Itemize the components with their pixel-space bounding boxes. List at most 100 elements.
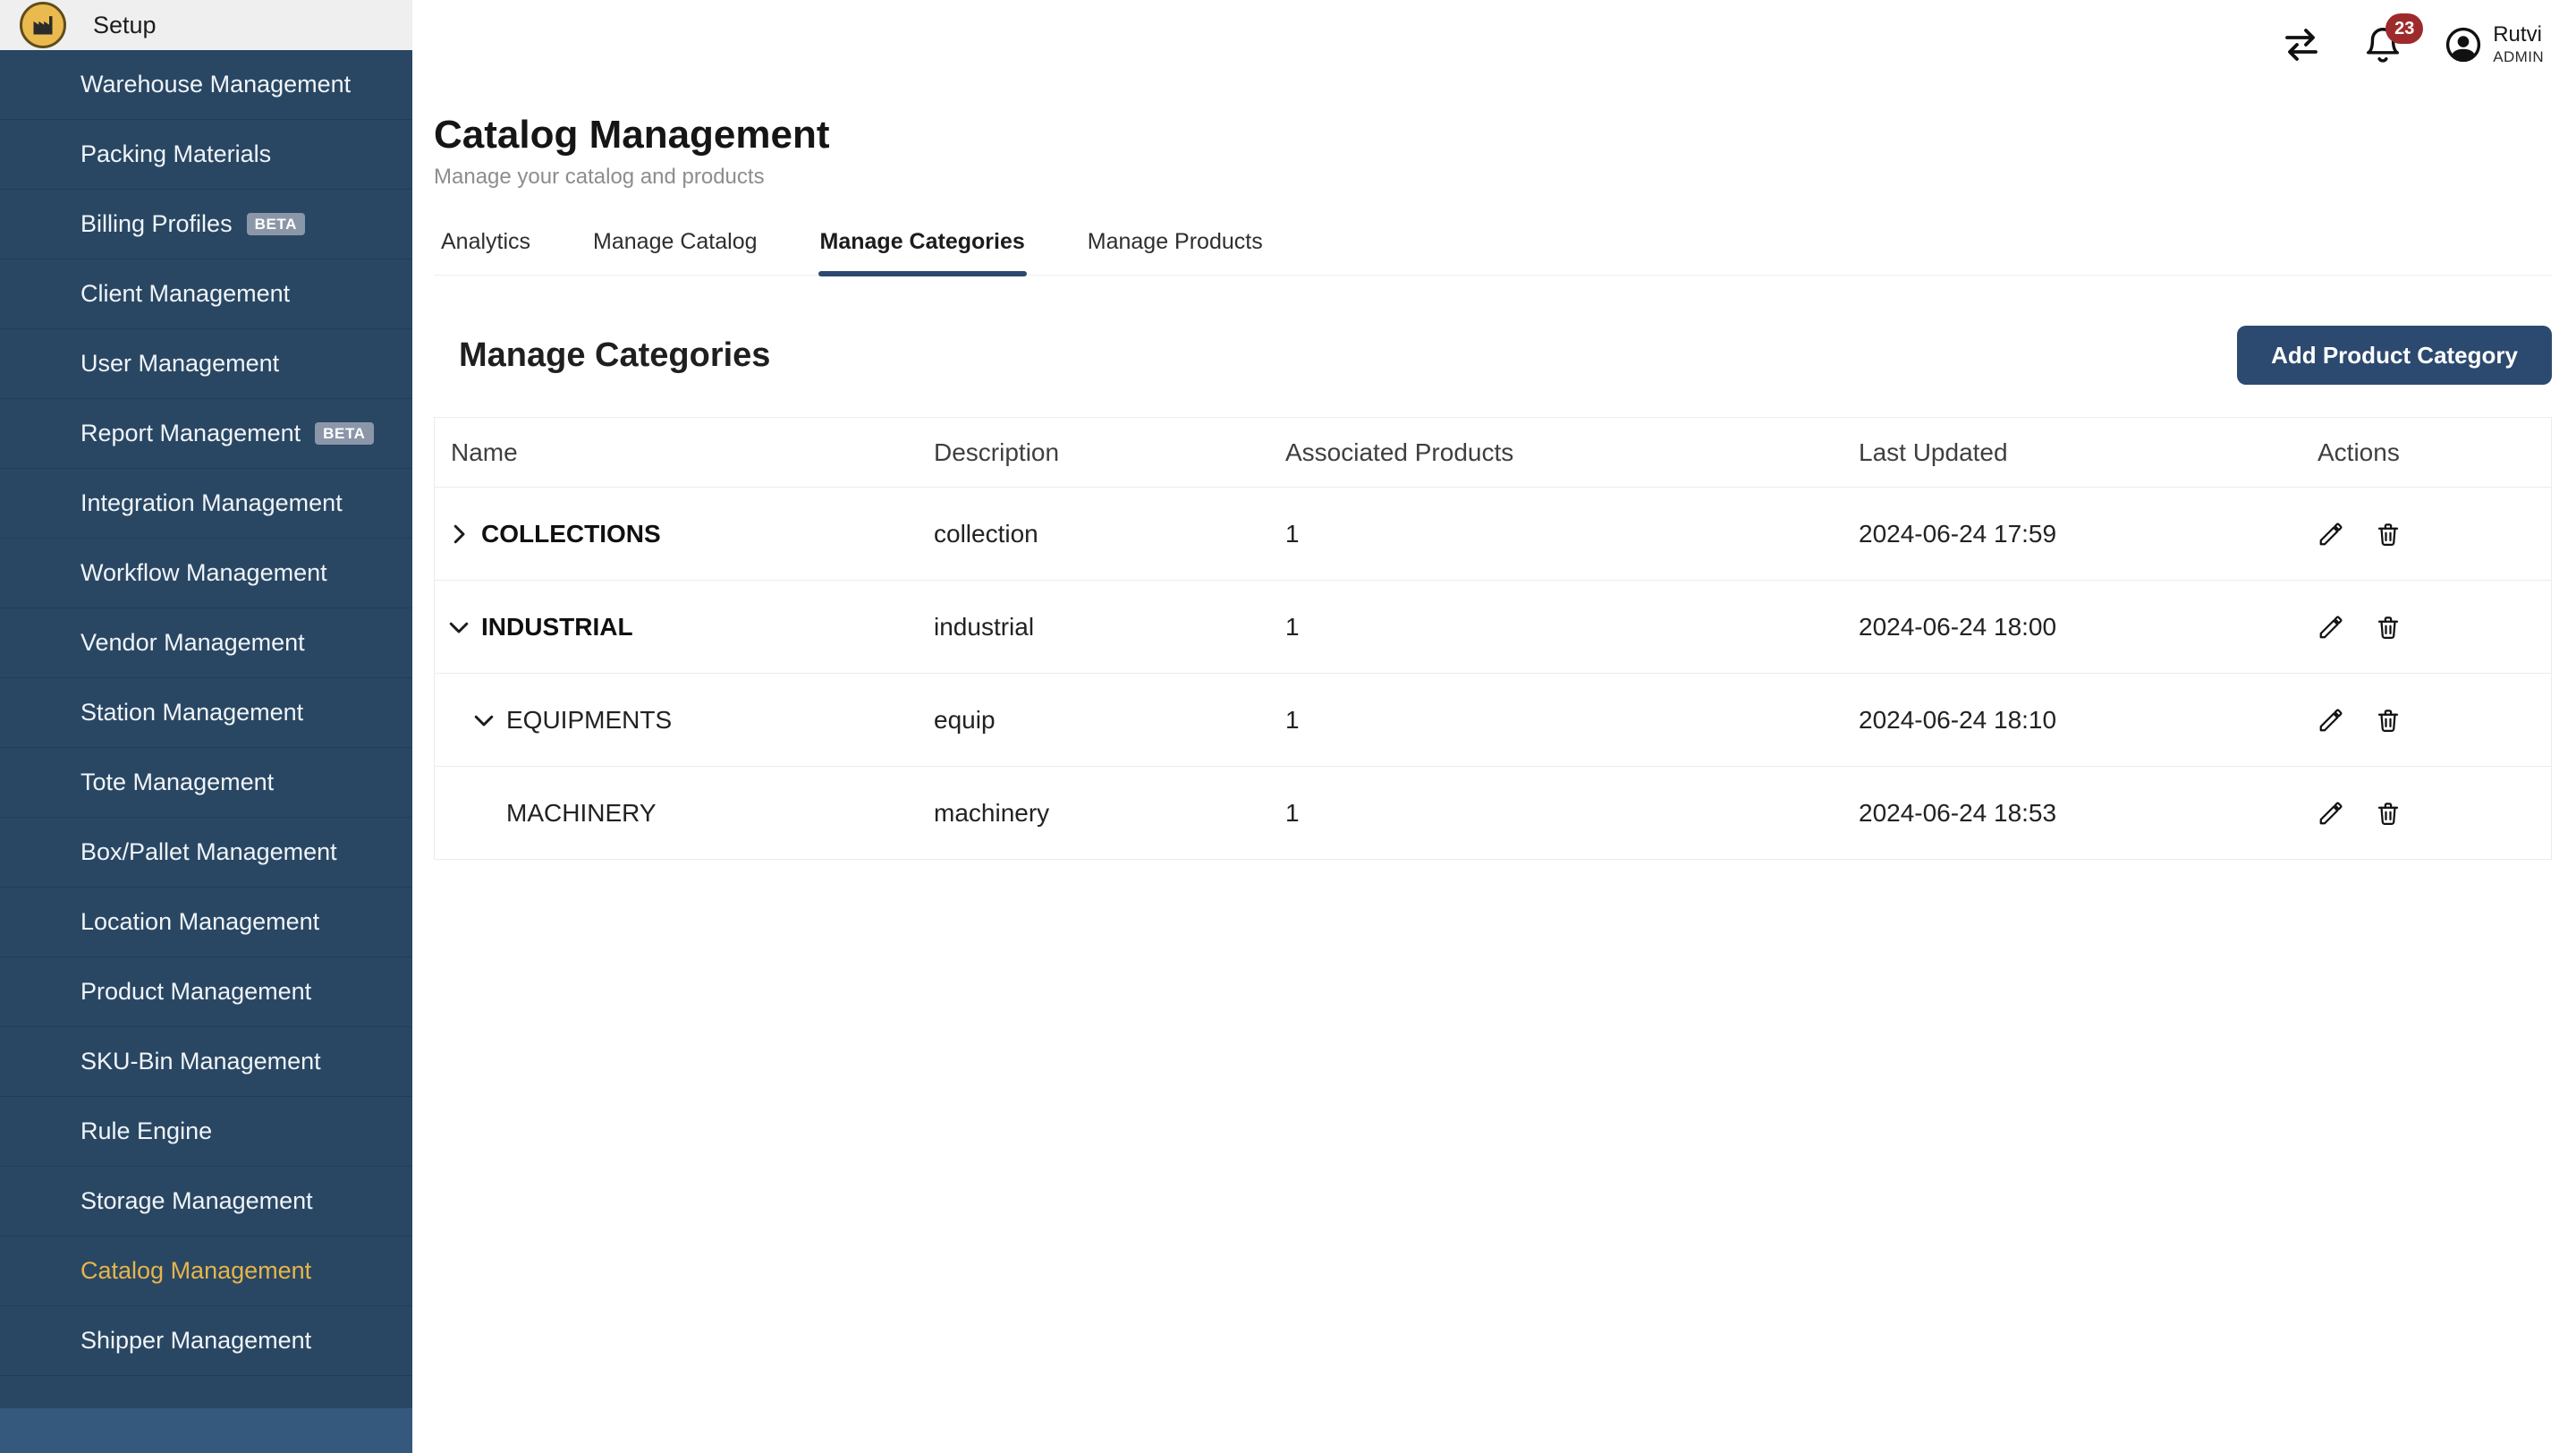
category-name: EQUIPMENTS xyxy=(506,706,672,735)
category-description: industrial xyxy=(918,613,1269,642)
table-row-equipments: EQUIPMENTS equip12024-06-24 18:10 xyxy=(435,673,2551,766)
topbar: 23 Rutvi ADMIN xyxy=(412,0,2576,89)
associated-products-count: 1 xyxy=(1269,520,1843,548)
sidebar-setup-header[interactable]: Setup xyxy=(0,0,412,50)
sidebar-item-sku-bin-management[interactable]: SKU-Bin Management xyxy=(0,1027,412,1097)
sidebar-item-label: Packing Materials xyxy=(80,140,271,168)
page-subtitle: Manage your catalog and products xyxy=(434,165,2552,190)
section-header-row: Manage Categories Add Product Category xyxy=(434,326,2552,385)
sidebar-item-integration-management[interactable]: Integration Management xyxy=(0,469,412,539)
sidebar-item-product-management[interactable]: Product Management xyxy=(0,957,412,1027)
table-row-collections: COLLECTIONScollection12024-06-24 17:59 xyxy=(435,487,2551,580)
delete-icon[interactable] xyxy=(2375,614,2402,641)
delete-icon[interactable] xyxy=(2375,521,2402,548)
content: Catalog Management Manage your catalog a… xyxy=(412,89,2576,1453)
factory-glyph xyxy=(30,13,55,38)
factory-icon xyxy=(20,2,66,48)
user-info: Rutvi ADMIN xyxy=(2493,22,2544,66)
column-header-name: Name xyxy=(435,438,918,467)
category-name-cell: EQUIPMENTS xyxy=(435,706,918,735)
sidebar-item-label: User Management xyxy=(80,350,279,378)
tab-manage-catalog[interactable]: Manage Catalog xyxy=(591,217,758,275)
sidebar-item-box-pallet-management[interactable]: Box/Pallet Management xyxy=(0,818,412,888)
tab-analytics[interactable]: Analytics xyxy=(439,217,532,275)
table-body: COLLECTIONScollection12024-06-24 17:59IN… xyxy=(435,487,2551,859)
delete-icon[interactable] xyxy=(2375,707,2402,734)
category-name-cell: INDUSTRIAL xyxy=(435,613,918,642)
setup-label: Setup xyxy=(93,12,157,39)
edit-icon[interactable] xyxy=(2318,707,2344,734)
sidebar-item-client-management[interactable]: Client Management xyxy=(0,259,412,329)
sidebar-item-label: Workflow Management xyxy=(80,559,327,587)
sidebar-item-label: Box/Pallet Management xyxy=(80,838,337,866)
last-updated: 2024-06-24 18:00 xyxy=(1843,613,2301,642)
sidebar-item-location-management[interactable]: Location Management xyxy=(0,888,412,957)
sidebar-item-label: Report Management xyxy=(80,420,301,447)
sidebar-item-rule-engine[interactable]: Rule Engine xyxy=(0,1097,412,1167)
categories-table: NameDescriptionAssociated ProductsLast U… xyxy=(434,417,2552,860)
category-name: INDUSTRIAL xyxy=(481,613,633,642)
sidebar-item-shipper-management[interactable]: Shipper Management xyxy=(0,1306,412,1376)
edit-icon[interactable] xyxy=(2318,521,2344,548)
sidebar-item-report-management[interactable]: Report Management BETA xyxy=(0,399,412,469)
sidebar-item-label: Billing Profiles xyxy=(80,210,233,238)
sidebar-item-packing-materials[interactable]: Packing Materials xyxy=(0,120,412,190)
sidebar-item-label: Shipper Management xyxy=(80,1327,311,1355)
sidebar-item-label: Station Management xyxy=(80,699,303,726)
sidebar-item-label: Location Management xyxy=(80,908,319,936)
switch-warehouse-icon[interactable] xyxy=(2280,23,2323,66)
section-title: Manage Categories xyxy=(459,336,770,375)
category-name: MACHINERY xyxy=(506,799,657,828)
category-description: collection xyxy=(918,520,1269,548)
sidebar-item-station-management[interactable]: Station Management xyxy=(0,678,412,748)
sidebar-item-label: Warehouse Management xyxy=(80,71,351,98)
sidebar-item-storage-management[interactable]: Storage Management xyxy=(0,1167,412,1236)
chevron-down-icon[interactable] xyxy=(445,614,472,641)
associated-products-count: 1 xyxy=(1269,706,1843,735)
sidebar-item-tote-management[interactable]: Tote Management xyxy=(0,748,412,818)
actions-cell xyxy=(2301,614,2551,641)
sidebar-item-user-management[interactable]: User Management xyxy=(0,329,412,399)
column-header-associated-products: Associated Products xyxy=(1269,438,1843,467)
table-header: NameDescriptionAssociated ProductsLast U… xyxy=(435,418,2551,487)
category-name-cell: COLLECTIONS xyxy=(435,520,918,548)
main-area: 23 Rutvi ADMIN Catalog Management Manage… xyxy=(412,0,2576,1453)
user-menu[interactable]: Rutvi ADMIN xyxy=(2443,22,2544,66)
delete-icon[interactable] xyxy=(2375,800,2402,827)
tab-manage-products[interactable]: Manage Products xyxy=(1086,217,1265,275)
tab-manage-categories[interactable]: Manage Categories xyxy=(818,217,1027,275)
edit-icon[interactable] xyxy=(2318,614,2344,641)
sidebar-item-label: Product Management xyxy=(80,978,311,1006)
beta-badge: BETA xyxy=(247,213,305,235)
edit-icon[interactable] xyxy=(2318,800,2344,827)
sidebar: Setup Warehouse Management Packing Materi… xyxy=(0,0,412,1453)
sidebar-nav: Warehouse Management Packing Materials Bil… xyxy=(0,50,412,1408)
user-name: Rutvi xyxy=(2493,22,2544,48)
table-row-industrial: INDUSTRIAL industrial12024-06-24 18:00 xyxy=(435,580,2551,673)
sidebar-item-warehouse-management[interactable]: Warehouse Management xyxy=(0,50,412,120)
sidebar-item-workflow-management[interactable]: Workflow Management xyxy=(0,539,412,608)
sidebar-item-billing-profiles[interactable]: Billing Profiles BETA xyxy=(0,190,412,259)
column-header-last-updated: Last Updated xyxy=(1843,438,2301,467)
notifications-bell-icon[interactable]: 23 xyxy=(2362,24,2403,65)
add-product-category-button[interactable]: Add Product Category xyxy=(2237,326,2552,385)
category-description: equip xyxy=(918,706,1269,735)
chevron-down-icon[interactable] xyxy=(470,707,497,734)
sidebar-item-catalog-management[interactable]: Catalog Management xyxy=(0,1236,412,1306)
beta-badge: BETA xyxy=(315,422,373,445)
last-updated: 2024-06-24 18:10 xyxy=(1843,706,2301,735)
sidebar-item-label: Integration Management xyxy=(80,489,343,517)
column-header-actions: Actions xyxy=(2301,438,2551,467)
category-name-cell: MACHINERY xyxy=(435,799,918,828)
sidebar-footer xyxy=(0,1408,412,1453)
associated-products-count: 1 xyxy=(1269,613,1843,642)
column-header-description: Description xyxy=(918,438,1269,467)
actions-cell xyxy=(2301,800,2551,827)
chevron-right-icon[interactable] xyxy=(445,521,472,548)
category-name: COLLECTIONS xyxy=(481,520,661,548)
actions-cell xyxy=(2301,707,2551,734)
sidebar-item-label: Tote Management xyxy=(80,769,274,796)
user-role: ADMIN xyxy=(2493,48,2544,66)
sidebar-item-vendor-management[interactable]: Vendor Management xyxy=(0,608,412,678)
actions-cell xyxy=(2301,521,2551,548)
